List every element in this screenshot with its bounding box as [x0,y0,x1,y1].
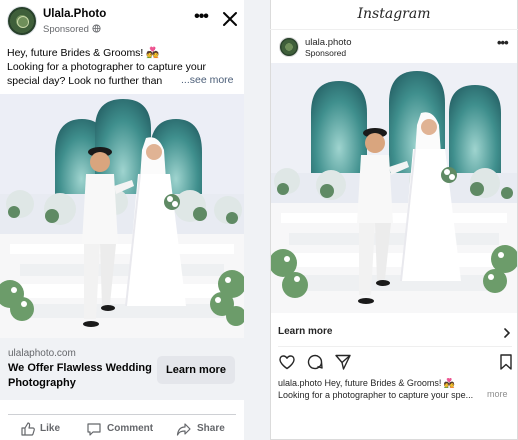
post-line: Looking for a photographer to capture yo… [7,61,207,73]
caption-line: Looking for a photographer to capture yo… [278,390,474,400]
post-line: Hey, future Brides & Grooms! 💑 [7,47,160,59]
sponsored-label: Sponsored [43,24,89,35]
share-button[interactable]: Share [176,421,226,437]
instagram-topbar: Instagram [270,0,518,30]
like-button[interactable]: Like [20,421,62,437]
share-arrow-icon [176,423,191,436]
page-avatar[interactable] [7,6,37,36]
link-headline: We Offer Flawless Wedding Photography [8,362,152,389]
comment-bubble-icon [87,423,101,436]
like-thumb-icon [21,422,35,436]
chevron-right-icon[interactable] [502,326,512,338]
comment-icon[interactable] [306,353,324,371]
divider [8,414,236,415]
page-name[interactable]: Ulala.Photo [43,8,106,20]
close-icon[interactable] [222,11,238,27]
ad-photo[interactable] [271,63,517,313]
learn-more-link[interactable]: Learn more [278,326,332,337]
instagram-logo: Instagram [357,6,431,22]
caption: ulala.photo Hey, future Brides & Grooms!… [278,377,514,401]
comment-button[interactable]: Comment [86,421,154,437]
bookmark-icon[interactable] [497,353,515,371]
profile-avatar[interactable] [279,37,299,57]
learn-more-button[interactable]: Learn more [157,356,235,384]
username[interactable]: ulala.photo [305,37,351,48]
caption-more-link[interactable]: more [487,389,508,399]
link-domain: ulalaphoto.com [8,348,76,359]
more-options-icon[interactable]: ••• [497,36,509,49]
caption-line: ulala.photo Hey, future Brides & Grooms!… [278,378,456,388]
see-more-link[interactable]: ...see more [181,74,234,86]
heart-icon[interactable] [278,353,296,371]
send-icon[interactable] [334,353,352,371]
like-label: Like [40,423,61,434]
sponsored-label: Sponsored [305,48,347,58]
globe-icon [92,24,101,35]
ad-photo[interactable] [0,94,244,338]
more-options-icon[interactable]: ••• [192,9,210,28]
comment-label: Comment [107,423,154,434]
divider [278,346,512,347]
share-label: Share [197,423,225,434]
